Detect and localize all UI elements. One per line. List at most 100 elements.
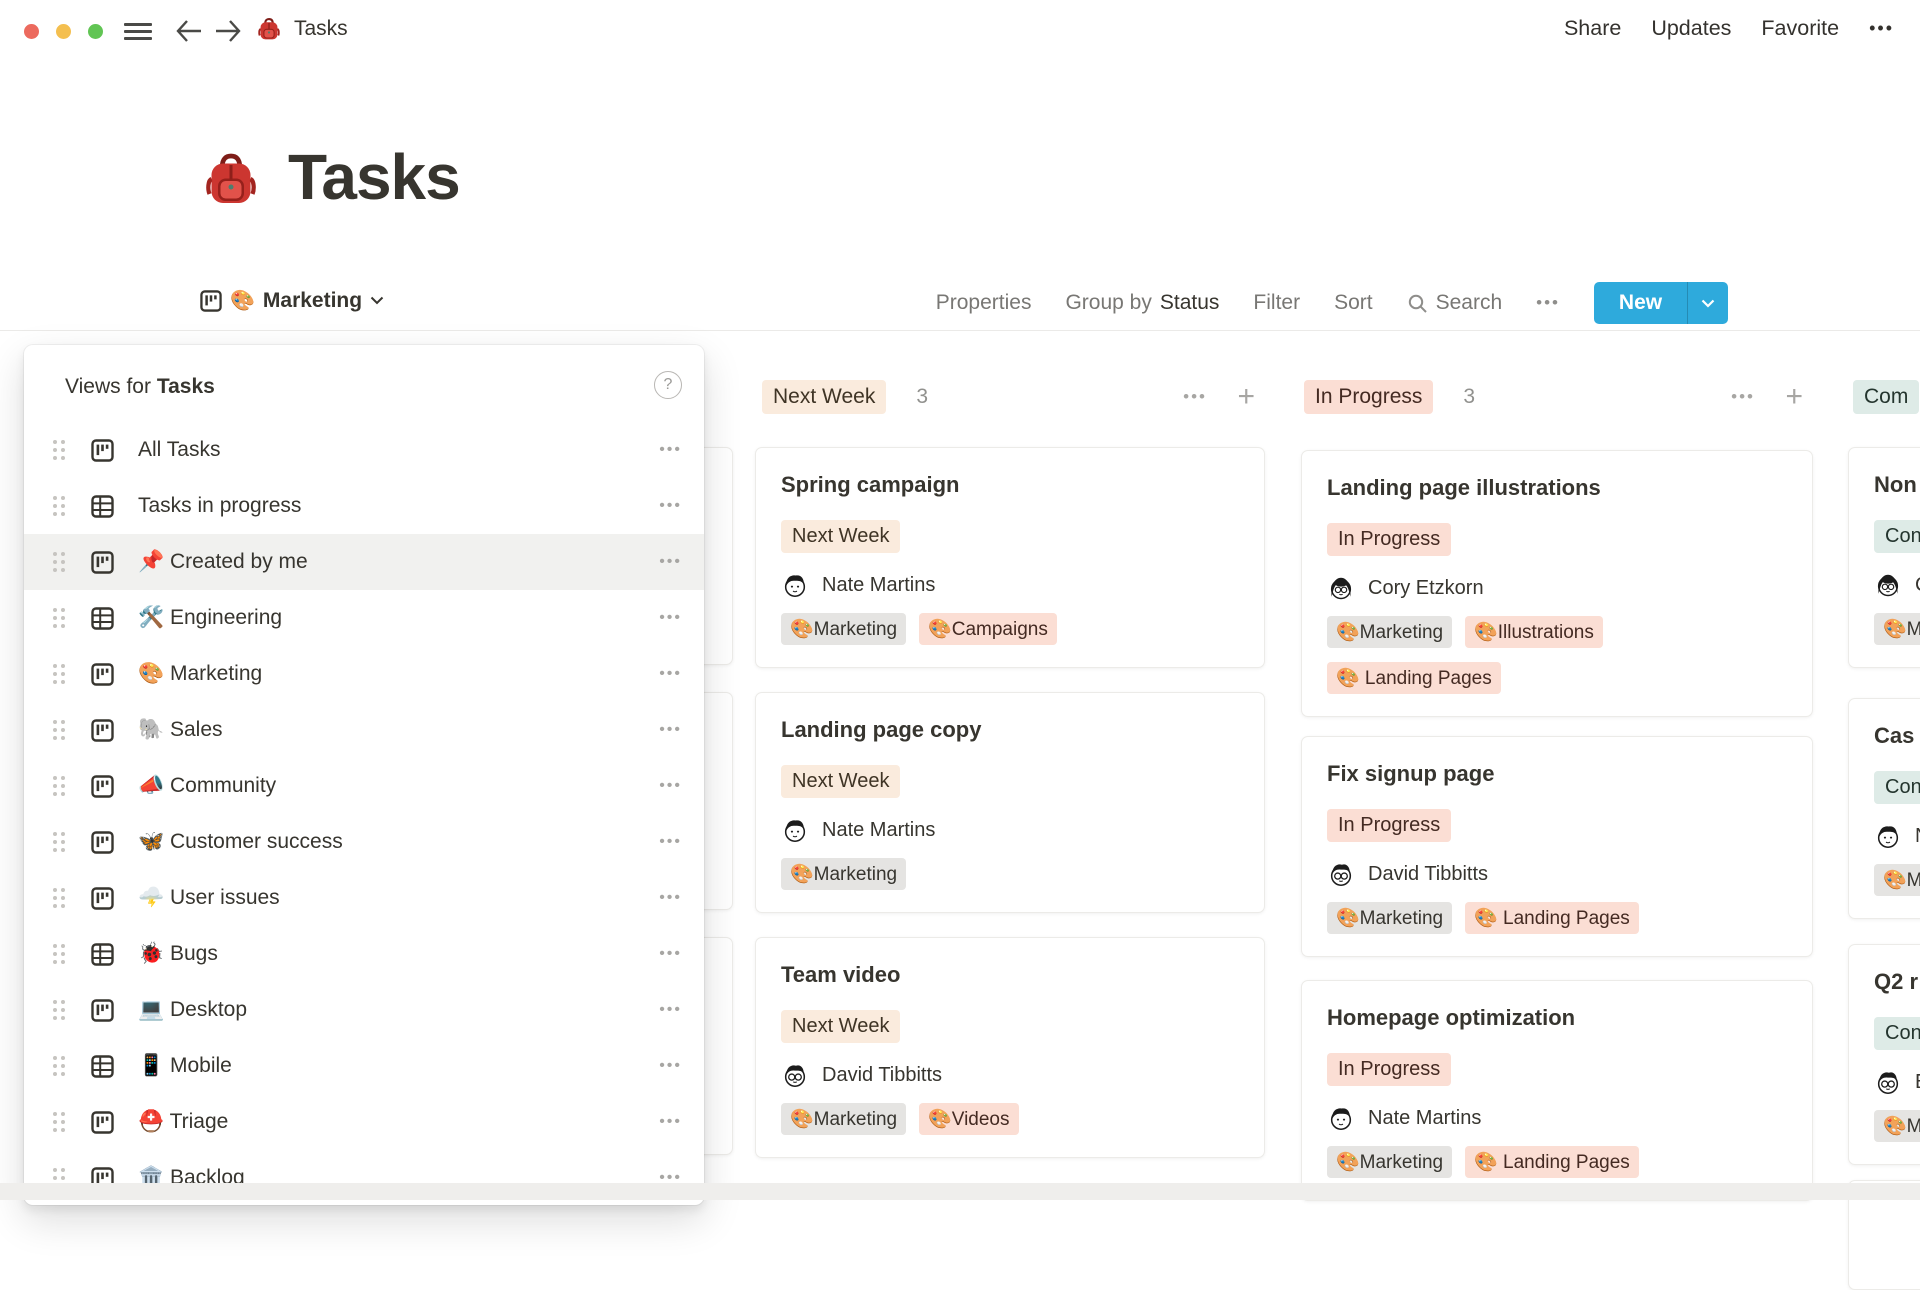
- search-icon: [1407, 293, 1428, 314]
- drag-handle-icon[interactable]: [53, 885, 69, 911]
- page-title[interactable]: Tasks: [288, 140, 460, 214]
- view-label: Marketing: [263, 289, 362, 313]
- more-menu-icon[interactable]: •••: [1869, 18, 1894, 39]
- zoom-window-button[interactable]: [88, 24, 103, 39]
- group-by-value: Status: [1160, 291, 1220, 314]
- more-icon[interactable]: •••: [659, 889, 682, 907]
- more-icon[interactable]: •••: [659, 609, 682, 627]
- back-arrow-icon[interactable]: [174, 18, 204, 44]
- view-row-triage[interactable]: ⛑️ Triage •••: [24, 1094, 704, 1150]
- share-button[interactable]: Share: [1564, 16, 1621, 41]
- more-icon[interactable]: •••: [659, 777, 682, 795]
- favorite-button[interactable]: Favorite: [1761, 16, 1839, 41]
- more-icon[interactable]: •••: [659, 721, 682, 739]
- view-row-mobile[interactable]: 📱 Mobile •••: [24, 1038, 704, 1094]
- view-row-desktop[interactable]: 💻 Desktop •••: [24, 982, 704, 1038]
- drag-handle-icon[interactable]: [53, 997, 69, 1023]
- more-icon[interactable]: •••: [659, 1001, 682, 1019]
- minimize-window-button[interactable]: [56, 24, 71, 39]
- page-icon-backpack[interactable]: [201, 148, 261, 210]
- view-row-tasks-in-progress[interactable]: Tasks in progress •••: [24, 478, 704, 534]
- column-status-badge[interactable]: Next Week: [762, 380, 886, 414]
- view-row-sales[interactable]: 🐘 Sales •••: [24, 702, 704, 758]
- more-icon[interactable]: •••: [659, 665, 682, 683]
- view-emoji: 🎨: [230, 288, 255, 313]
- view-selector[interactable]: 🎨 Marketing: [200, 288, 384, 313]
- more-icon[interactable]: •••: [659, 441, 682, 459]
- column-add-icon[interactable]: +: [1785, 382, 1803, 412]
- view-row-bugs[interactable]: 🐞 Bugs •••: [24, 926, 704, 982]
- view-label: All Tasks: [138, 438, 220, 462]
- view-row-engineering[interactable]: 🛠️ Engineering •••: [24, 590, 704, 646]
- view-row-marketing[interactable]: 🎨 Marketing •••: [24, 646, 704, 702]
- card-partial[interactable]: Cas Con N 🎨M: [1848, 698, 1920, 919]
- group-by-button[interactable]: Group byStatus: [1065, 291, 1219, 315]
- card-title: Landing page copy: [781, 715, 1239, 745]
- column-more-icon[interactable]: •••: [1183, 387, 1207, 407]
- column-more-icon[interactable]: •••: [1731, 387, 1755, 407]
- tag: 🎨Marketing: [781, 858, 906, 890]
- more-icon[interactable]: •••: [659, 553, 682, 571]
- updates-button[interactable]: Updates: [1651, 16, 1731, 41]
- forward-arrow-icon[interactable]: [213, 18, 243, 44]
- card-team-video[interactable]: Team video Next Week David Tibbitts 🎨Mar…: [755, 937, 1265, 1158]
- card-title: Non: [1874, 470, 1920, 500]
- new-button-label: New: [1594, 291, 1687, 315]
- column-add-icon[interactable]: +: [1237, 382, 1255, 412]
- sidebar-menu-icon[interactable]: [124, 23, 152, 40]
- card-spring-campaign[interactable]: Spring campaign Next Week Nate Martins 🎨…: [755, 447, 1265, 668]
- drag-handle-icon[interactable]: [53, 661, 69, 687]
- more-icon[interactable]: •••: [659, 1113, 682, 1131]
- search-button[interactable]: Search: [1407, 291, 1503, 315]
- view-row-customer-success[interactable]: 🦋 Customer success •••: [24, 814, 704, 870]
- sort-button[interactable]: Sort: [1334, 291, 1373, 315]
- drag-handle-icon[interactable]: [53, 1053, 69, 1079]
- drag-handle-icon[interactable]: [53, 773, 69, 799]
- assignee: Nate Martins: [781, 571, 1239, 599]
- breadcrumb-title: Tasks: [294, 17, 348, 41]
- status-badge: In Progress: [1327, 809, 1451, 842]
- drag-handle-icon[interactable]: [53, 437, 69, 463]
- assignee-name: David Tibbitts: [822, 1064, 942, 1087]
- card-fix-signup-page[interactable]: Fix signup page In Progress David Tibbit…: [1301, 736, 1813, 957]
- column-status-badge[interactable]: In Progress: [1304, 380, 1433, 414]
- drag-handle-icon[interactable]: [53, 829, 69, 855]
- card-title: Homepage optimization: [1327, 1003, 1787, 1033]
- help-icon[interactable]: ?: [654, 371, 682, 399]
- drag-handle-icon[interactable]: [53, 717, 69, 743]
- properties-button[interactable]: Properties: [936, 291, 1032, 315]
- more-icon[interactable]: •••: [659, 833, 682, 851]
- assignee: C: [1874, 571, 1920, 599]
- more-icon[interactable]: •••: [659, 497, 682, 515]
- new-button[interactable]: New: [1594, 282, 1728, 324]
- drag-handle-icon[interactable]: [53, 493, 69, 519]
- card-landing-page-illustrations[interactable]: Landing page illustrations In Progress C…: [1301, 450, 1813, 717]
- avatar: [1327, 1104, 1355, 1132]
- board-view-icon: [91, 719, 114, 742]
- card-homepage-optimization[interactable]: Homepage optimization In Progress Nate M…: [1301, 980, 1813, 1201]
- drag-handle-icon[interactable]: [53, 941, 69, 967]
- breadcrumb[interactable]: Tasks: [256, 16, 348, 42]
- view-row-community[interactable]: 📣 Community •••: [24, 758, 704, 814]
- view-row-created-by-me[interactable]: 📌 Created by me •••: [24, 534, 704, 590]
- toolbar-more-icon[interactable]: •••: [1536, 293, 1560, 313]
- tag: 🎨Marketing: [1327, 616, 1452, 648]
- view-row-all-tasks[interactable]: All Tasks •••: [24, 422, 704, 478]
- horizontal-scrollbar[interactable]: [0, 1183, 1920, 1200]
- card-partial[interactable]: Q2 r Con E 🎨M: [1848, 944, 1920, 1165]
- new-dropdown-chevron-icon[interactable]: [1688, 299, 1728, 308]
- column-count: 3: [1463, 385, 1475, 409]
- drag-handle-icon[interactable]: [53, 549, 69, 575]
- view-row-user-issues[interactable]: 🌩️ User issues •••: [24, 870, 704, 926]
- drag-handle-icon[interactable]: [53, 1109, 69, 1135]
- column-status-badge[interactable]: Com: [1853, 380, 1919, 414]
- more-icon[interactable]: •••: [659, 945, 682, 963]
- close-window-button[interactable]: [24, 24, 39, 39]
- backpack-icon: [256, 16, 282, 42]
- drag-handle-icon[interactable]: [53, 605, 69, 631]
- status-badge: In Progress: [1327, 523, 1451, 556]
- filter-button[interactable]: Filter: [1253, 291, 1300, 315]
- card-partial[interactable]: Non Con C 🎨M: [1848, 447, 1920, 668]
- card-landing-page-copy[interactable]: Landing page copy Next Week Nate Martins…: [755, 692, 1265, 913]
- more-icon[interactable]: •••: [659, 1057, 682, 1075]
